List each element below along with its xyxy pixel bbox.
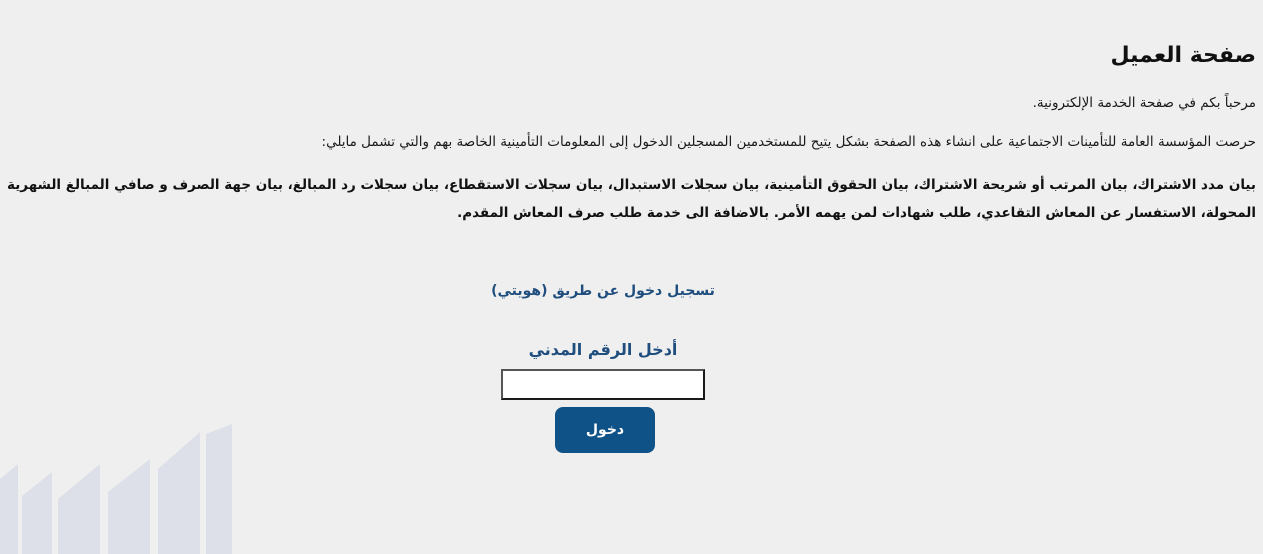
civil-id-label: أدخل الرقم المدني <box>528 340 678 359</box>
services-text: بيان مدد الاشتراك، بيان المرتب أو شريحة … <box>7 177 1256 221</box>
main-content: صفحة العميل مرحباً بكم في صفحة الخدمة ال… <box>6 0 1256 227</box>
intro-text: حرصت المؤسسة العامة للتأمينات الاجتماعية… <box>321 134 1256 150</box>
login-link-label[interactable]: تسجيل دخول عن طريق (هويتي) <box>491 283 715 299</box>
welcome-text: مرحباً بكم في صفحة الخدمة الإلكترونية. <box>1032 95 1256 111</box>
login-button[interactable]: دخول <box>555 407 655 453</box>
login-with-hawiyati-link[interactable]: تسجيل دخول عن طريق (هويتي) <box>0 283 1206 299</box>
page-title: صفحة العميل <box>1110 43 1256 68</box>
watermark-logo <box>0 424 232 554</box>
civil-id-input[interactable] <box>501 369 705 400</box>
